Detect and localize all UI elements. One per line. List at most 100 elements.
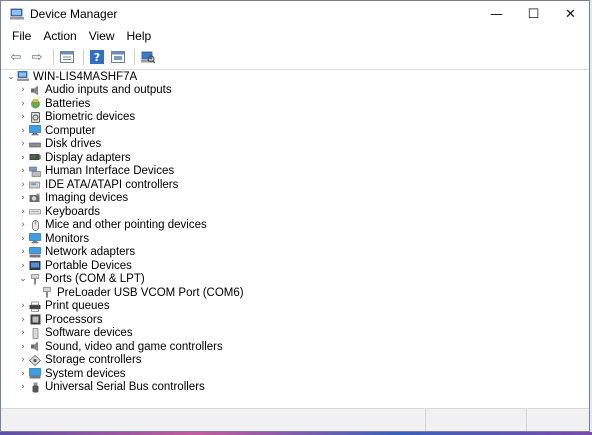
window-title: Device Manager bbox=[30, 7, 118, 21]
chevron-right-icon[interactable]: › bbox=[17, 166, 29, 176]
port-icon bbox=[29, 273, 41, 285]
forward-button[interactable]: ⇨ bbox=[28, 48, 46, 66]
chevron-right-icon[interactable]: › bbox=[17, 355, 29, 365]
chevron-right-icon[interactable]: › bbox=[17, 99, 29, 109]
camera-icon bbox=[29, 193, 41, 204]
tree-category[interactable]: › Keyboards bbox=[1, 205, 589, 219]
root-label: WIN-LIS4MASHF7A bbox=[33, 70, 138, 83]
properties-icon[interactable] bbox=[58, 48, 76, 66]
chevron-right-icon[interactable]: › bbox=[17, 301, 29, 311]
chevron-right-icon[interactable]: › bbox=[17, 85, 29, 95]
battery-icon bbox=[29, 98, 41, 109]
category-label: Imaging devices bbox=[45, 192, 129, 205]
ide-icon bbox=[29, 179, 41, 190]
tree-category[interactable]: › Network adapters bbox=[1, 246, 589, 260]
mouse-icon bbox=[29, 219, 41, 231]
category-label: Batteries bbox=[45, 97, 91, 110]
chevron-down-icon[interactable]: ⌄ bbox=[5, 72, 17, 82]
menu-view[interactable]: View bbox=[83, 29, 121, 43]
tree-category[interactable]: › Computer bbox=[1, 124, 589, 138]
tree-category[interactable]: › Print queues bbox=[1, 300, 589, 314]
menu-action[interactable]: Action bbox=[37, 29, 82, 43]
category-label: System devices bbox=[45, 367, 126, 380]
tree-category[interactable]: › Human Interface Devices bbox=[1, 165, 589, 179]
chevron-right-icon[interactable]: › bbox=[17, 328, 29, 338]
svg-text:?: ? bbox=[94, 51, 100, 64]
chevron-right-icon[interactable]: › bbox=[17, 153, 29, 163]
tree-category[interactable]: › Portable Devices bbox=[1, 259, 589, 273]
system-icon bbox=[29, 368, 41, 379]
chevron-right-icon[interactable]: › bbox=[17, 126, 29, 136]
cpu-icon bbox=[29, 314, 41, 325]
tree-category[interactable]: › Display adapters bbox=[1, 151, 589, 165]
printer-icon bbox=[29, 301, 41, 312]
status-cell bbox=[527, 409, 589, 431]
software-icon bbox=[29, 327, 41, 339]
device-label: PreLoader USB VCOM Port (COM6) bbox=[57, 286, 244, 299]
device-manager-icon bbox=[10, 8, 24, 20]
minimize-button[interactable]: — bbox=[478, 1, 515, 27]
chevron-right-icon[interactable]: › bbox=[17, 193, 29, 203]
category-label: Storage controllers bbox=[45, 354, 142, 367]
category-label: Keyboards bbox=[45, 205, 100, 218]
keyboard-icon bbox=[29, 206, 41, 217]
portable-icon bbox=[29, 260, 41, 271]
device-manager-window: Device Manager — ☐ ✕ File Action View He… bbox=[0, 0, 590, 432]
category-label: Biometric devices bbox=[45, 111, 136, 124]
chevron-right-icon[interactable]: › bbox=[17, 220, 29, 230]
monitor-icon bbox=[29, 125, 41, 136]
category-label: IDE ATA/ATAPI controllers bbox=[45, 178, 179, 191]
tree-category[interactable]: › Processors bbox=[1, 313, 589, 327]
help-icon[interactable]: ? bbox=[88, 48, 106, 66]
menu-help[interactable]: Help bbox=[121, 29, 158, 43]
maximize-button[interactable]: ☐ bbox=[515, 1, 552, 27]
device-tree[interactable]: ⌄ WIN-LIS4MASHF7A › Audio inputs and outp… bbox=[1, 69, 589, 410]
chevron-right-icon[interactable]: › bbox=[17, 315, 29, 325]
title-bar[interactable]: Device Manager — ☐ ✕ bbox=[1, 1, 589, 27]
category-label: Disk drives bbox=[45, 138, 102, 151]
tree-category[interactable]: › Mice and other pointing devices bbox=[1, 219, 589, 233]
chevron-right-icon[interactable]: › bbox=[17, 261, 29, 271]
category-label: Ports (COM & LPT) bbox=[45, 273, 145, 286]
tree-category[interactable]: › Monitors bbox=[1, 232, 589, 246]
tree-category[interactable]: › Disk drives bbox=[1, 138, 589, 152]
category-label: Display adapters bbox=[45, 151, 131, 164]
tree-category[interactable]: › System devices bbox=[1, 367, 589, 381]
tree-category[interactable]: › Software devices bbox=[1, 327, 589, 341]
scan-hardware-icon[interactable] bbox=[139, 48, 157, 66]
status-cell bbox=[426, 409, 527, 431]
tree-category[interactable]: › Audio inputs and outputs bbox=[1, 84, 589, 98]
menu-file[interactable]: File bbox=[6, 29, 37, 43]
chevron-down-icon[interactable]: ⌄ bbox=[17, 274, 29, 284]
view-icon[interactable] bbox=[109, 48, 127, 66]
back-button[interactable]: ⇦ bbox=[7, 48, 25, 66]
category-label: Portable Devices bbox=[45, 259, 132, 272]
tree-category[interactable]: › Imaging devices bbox=[1, 192, 589, 206]
tree-category[interactable]: › Biometric devices bbox=[1, 111, 589, 125]
toolbar: ⇦ ⇨ ? bbox=[1, 45, 589, 70]
storage-icon bbox=[29, 354, 41, 366]
chevron-right-icon[interactable]: › bbox=[17, 207, 29, 217]
tree-category[interactable]: › Batteries bbox=[1, 97, 589, 111]
chevron-right-icon[interactable]: › bbox=[17, 139, 29, 149]
fingerprint-icon bbox=[29, 111, 41, 123]
chevron-right-icon[interactable]: › bbox=[17, 247, 29, 257]
tree-category[interactable]: › Sound, video and game controllers bbox=[1, 340, 589, 354]
usb-icon bbox=[29, 382, 41, 393]
close-button[interactable]: ✕ bbox=[552, 1, 589, 27]
category-label: Universal Serial Bus controllers bbox=[45, 381, 205, 394]
tree-category[interactable]: › Storage controllers bbox=[1, 354, 589, 368]
tree-category[interactable]: › IDE ATA/ATAPI controllers bbox=[1, 178, 589, 192]
chevron-right-icon[interactable]: › bbox=[17, 382, 29, 392]
monitor-icon bbox=[29, 233, 41, 244]
tree-root[interactable]: ⌄ WIN-LIS4MASHF7A bbox=[1, 70, 589, 84]
category-label: Print queues bbox=[45, 300, 110, 313]
tree-category[interactable]: › Universal Serial Bus controllers bbox=[1, 381, 589, 395]
chevron-right-icon[interactable]: › bbox=[17, 234, 29, 244]
tree-device[interactable]: PreLoader USB VCOM Port (COM6) bbox=[1, 286, 589, 300]
tree-category[interactable]: ⌄ Ports (COM & LPT) bbox=[1, 273, 589, 287]
chevron-right-icon[interactable]: › bbox=[17, 180, 29, 190]
chevron-right-icon[interactable]: › bbox=[17, 112, 29, 122]
chevron-right-icon[interactable]: › bbox=[17, 369, 29, 379]
chevron-right-icon[interactable]: › bbox=[17, 342, 29, 352]
